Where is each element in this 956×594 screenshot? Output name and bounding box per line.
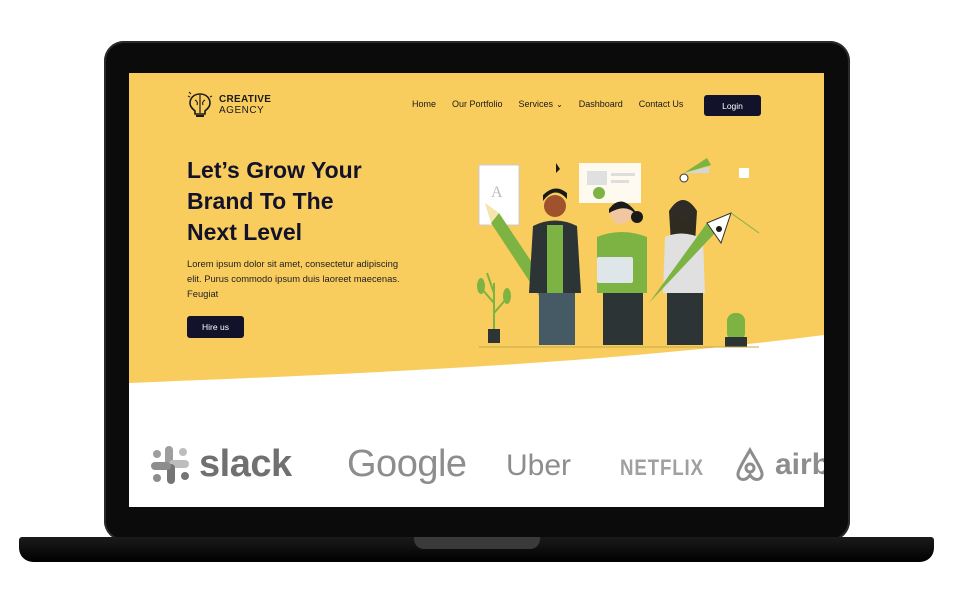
logo-text: CREATIVE AGENCY [219, 94, 271, 116]
svg-text:A: A [491, 184, 503, 201]
laptop-notch [414, 537, 540, 549]
team-illustration: A [477, 158, 760, 348]
nav-home[interactable]: Home [412, 99, 436, 109]
google-logo: Google [347, 443, 467, 485]
login-button[interactable]: Login [704, 95, 761, 116]
logo-line-1: CREATIVE [219, 94, 272, 105]
main-nav: Home Our Portfolio Services ⌄ Dashboard C… [412, 99, 699, 109]
logo-line-2: AGENCY [219, 105, 265, 116]
nav-services[interactable]: Services ⌄ [519, 99, 563, 109]
brand-logos: slack Google Uber NETFLIX airb [129, 433, 824, 507]
hero-title: Let’s Grow Your Brand To The Next Level [187, 155, 427, 248]
hero-title-line-2: Brand To The [187, 188, 334, 214]
hero-title-line-1: Let’s Grow Your [187, 157, 362, 183]
slack-logo: slack [149, 443, 292, 486]
website-screen: CREATIVE AGENCY Home Our Portfolio Servi… [129, 73, 824, 507]
airbnb-wordmark: airb [775, 448, 824, 481]
airbnb-icon [736, 447, 764, 481]
airbnb-logo: airb [733, 447, 824, 483]
slack-wordmark: slack [199, 443, 292, 485]
hero-title-line-3: Next Level [187, 219, 303, 245]
hero-description: Lorem ipsum dolor sit amet, consectetur … [187, 258, 400, 299]
netflix-logo: NETFLIX [620, 455, 704, 480]
hire-us-button[interactable]: Hire us [187, 316, 244, 338]
chevron-down-icon: ⌄ [556, 100, 563, 109]
nav-our-portfolio[interactable]: Our Portfolio [452, 99, 503, 109]
slack-icon [151, 445, 189, 484]
nav-services-label: Services [518, 99, 554, 109]
lightbulb-brain-icon [187, 91, 213, 117]
nav-contact-us[interactable]: Contact Us [639, 99, 684, 109]
uber-logo: Uber [506, 449, 572, 482]
nav-dashboard[interactable]: Dashboard [579, 99, 623, 109]
logo[interactable]: CREATIVE AGENCY [187, 91, 271, 119]
